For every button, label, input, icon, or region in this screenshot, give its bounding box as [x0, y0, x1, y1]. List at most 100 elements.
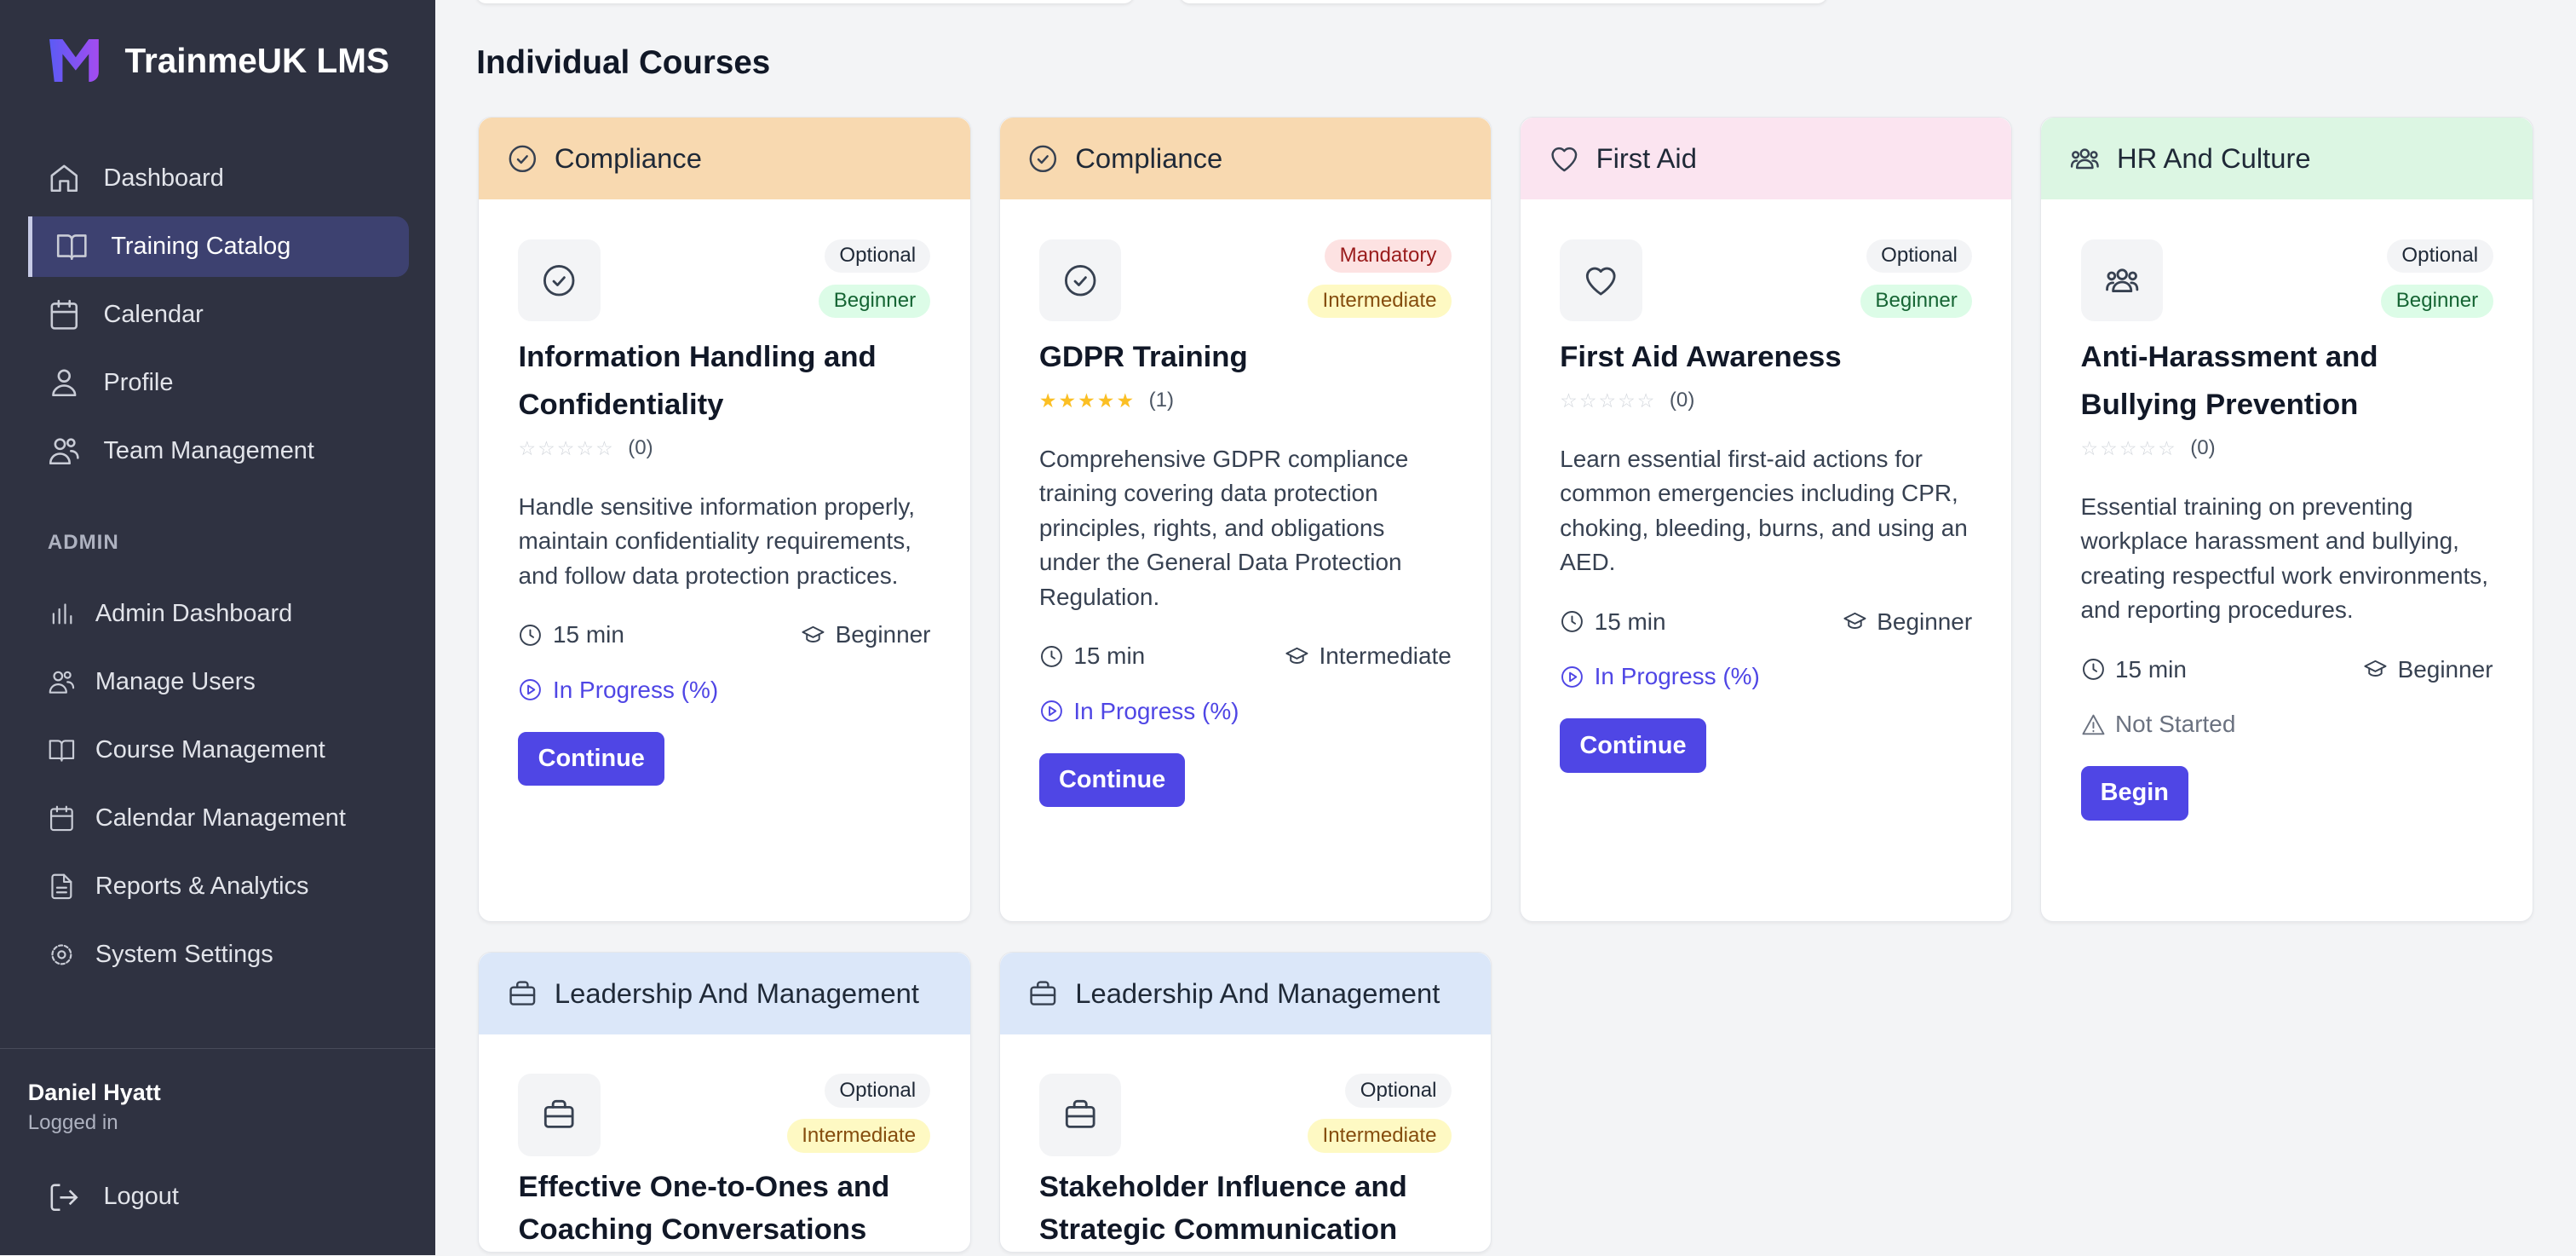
admin-nav: Admin Dashboard Manage Users Course Manage… [28, 584, 409, 993]
level-badge: Beginner [2381, 285, 2493, 319]
course-rating: ☆☆☆☆☆ (0) [1560, 389, 1972, 412]
briefcase-icon [507, 978, 538, 1010]
briefcase-icon [1062, 1097, 1098, 1132]
sidebar-item-manage-users[interactable]: Manage Users [28, 652, 409, 712]
graduation-cap-icon [1285, 644, 1309, 669]
sidebar-item-system-settings[interactable]: System Settings [28, 925, 409, 985]
course-description: Comprehensive GDPR compliance training c… [1039, 442, 1452, 615]
course-title[interactable]: GDPR Training [1039, 334, 1452, 382]
course-icon-box [2081, 239, 2163, 321]
user-icon [48, 366, 81, 400]
course-status: In Progress (%) [1039, 698, 1452, 725]
course-action-button[interactable]: Continue [1560, 718, 1706, 773]
course-card[interactable]: Compliance Optional Beginner Information … [478, 117, 971, 922]
rating-count: (0) [2190, 436, 2215, 460]
course-title[interactable]: First Aid Awareness [1560, 334, 1972, 382]
sidebar-item-profile[interactable]: Profile [28, 353, 409, 413]
app-logo[interactable]: TrainmeUK LMS [49, 39, 389, 82]
users-icon [2104, 262, 2140, 298]
sidebar-item-label: System Settings [95, 941, 273, 969]
play-circle-icon [1039, 699, 1064, 723]
requirement-badge: Optional [825, 239, 930, 274]
sidebar-item-label: Team Management [103, 437, 313, 465]
briefcase-icon [1027, 978, 1059, 1010]
play-circle-icon [1560, 665, 1584, 689]
course-icon-box [518, 239, 600, 321]
course-icon-box [1560, 239, 1642, 321]
course-category-header: HR And Culture [2041, 118, 2533, 199]
graduation-cap-icon [2363, 657, 2388, 682]
sidebar-item-team-management[interactable]: Team Management [28, 421, 409, 481]
requirement-badge: Optional [1345, 1074, 1451, 1108]
requirement-badge: Optional [2387, 239, 2493, 274]
requirement-badge: Optional [825, 1074, 930, 1108]
course-action-button[interactable]: Continue [1039, 753, 1186, 808]
sidebar-item-training-catalog[interactable]: Training Catalog [28, 216, 409, 277]
star-rating-icon: ☆☆☆☆☆ [1560, 389, 1656, 412]
course-description: Handle sensitive information properly, m… [518, 490, 930, 594]
sidebar-item-reports-analytics[interactable]: Reports & Analytics [28, 856, 409, 917]
rating-count: (0) [628, 436, 653, 460]
requirement-badge: Mandatory [1325, 239, 1452, 274]
course-description: Essential training on preventing workpla… [2081, 490, 2493, 628]
level-badge: Intermediate [1308, 285, 1452, 319]
rating-count: (1) [1149, 389, 1174, 412]
course-title[interactable]: Effective One-to-Ones and Coaching Conve… [518, 1166, 930, 1251]
course-card[interactable]: First Aid OptionalBeginner First Aid Awa… [1520, 117, 2013, 922]
course-category-header: Compliance [479, 118, 970, 199]
course-category-header: Leadership And Management [1000, 953, 1492, 1034]
home-icon [48, 162, 81, 195]
sidebar-item-label: Calendar [103, 301, 203, 329]
star-rating-icon: ☆☆☆☆☆ [2081, 437, 2177, 460]
course-level: Beginner [1843, 608, 1972, 636]
course-level: Beginner [801, 621, 930, 648]
main-content: Individual Courses Compliance OptionalBe… [435, 0, 2576, 1255]
main-nav: Dashboard Training Catalog Calendar Profile… [28, 148, 409, 489]
course-card[interactable]: Leadership And Management Optional Interm… [478, 952, 971, 1253]
sidebar-item-label: Manage Users [95, 668, 256, 696]
user-info: Daniel Hyatt Logged in [28, 1080, 161, 1135]
course-card[interactable]: HR And Culture Optional Beginner Anti-Har… [2040, 117, 2533, 922]
briefcase-icon [541, 1097, 577, 1132]
course-action-button[interactable]: Begin [2081, 766, 2189, 821]
course-grid: Compliance Optional Beginner Information … [478, 117, 2533, 1253]
course-description: Learn essential first-aid actions for co… [1560, 442, 1972, 580]
course-category: Compliance [555, 142, 702, 175]
previous-section-card [1180, 0, 1827, 3]
sidebar-item-calendar-management[interactable]: Calendar Management [28, 788, 409, 849]
sidebar-item-dashboard[interactable]: Dashboard [28, 148, 409, 209]
course-category-header: Leadership And Management [479, 953, 970, 1034]
course-title[interactable]: Stakeholder Influence and Strategic Comm… [1039, 1166, 1452, 1251]
sidebar-item-admin-dashboard[interactable]: Admin Dashboard [28, 584, 409, 644]
course-card[interactable]: Leadership And Management OptionalInterm… [999, 952, 1492, 1253]
clock-icon [2081, 657, 2106, 682]
course-duration: 15 min [1560, 608, 1665, 636]
level-badge: Intermediate [787, 1119, 931, 1153]
course-category-header: First Aid [1521, 118, 2012, 199]
star-rating-icon: ★★★★★ [1039, 389, 1136, 412]
course-category-header: Compliance [1000, 118, 1492, 199]
sidebar-item-course-management[interactable]: Course Management [28, 720, 409, 781]
course-duration: 15 min [2081, 656, 2187, 683]
course-action-button[interactable]: Continue [518, 732, 664, 786]
course-level: Beginner [2363, 656, 2493, 683]
check-circle-icon [1062, 262, 1098, 298]
clock-icon [518, 623, 543, 648]
user-status: Logged in [28, 1111, 161, 1135]
course-duration: 15 min [518, 621, 624, 648]
sidebar-item-calendar[interactable]: Calendar [28, 285, 409, 345]
course-title[interactable]: Information Handling and Confidentiality [518, 334, 930, 429]
rating-count: (0) [1670, 389, 1694, 412]
users-icon [48, 435, 81, 468]
course-rating: ★★★★★ (1) [1039, 389, 1452, 412]
check-circle-icon [541, 262, 577, 298]
course-icon-box [1039, 239, 1121, 321]
play-circle-icon [518, 677, 543, 702]
course-card[interactable]: Compliance Mandatory Intermediate GDPR Tr… [999, 117, 1492, 922]
sidebar-item-label: Admin Dashboard [95, 600, 292, 628]
bar-chart-icon [48, 600, 76, 628]
logout-button[interactable]: Logout [28, 1167, 409, 1227]
gear-icon [48, 941, 76, 969]
admin-section-label: ADMIN [48, 531, 119, 555]
course-title[interactable]: Anti-Harassment and Bullying Prevention [2081, 334, 2493, 429]
